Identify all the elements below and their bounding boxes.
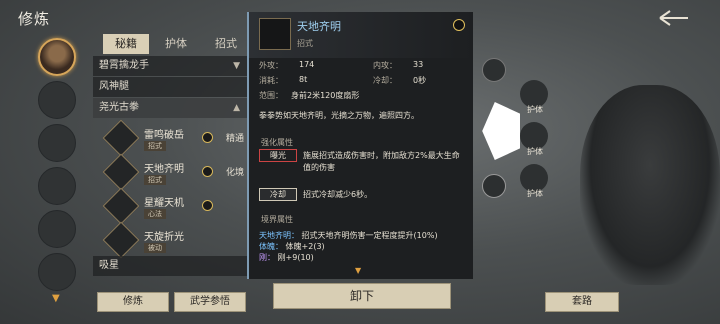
character-slot[interactable] (38, 210, 76, 248)
lock-icon[interactable] (482, 58, 506, 82)
character-slot[interactable] (38, 81, 76, 119)
section-title: 强化属性 (261, 138, 293, 147)
list-item[interactable]: 雷鸣破岳 招式 精通 (100, 119, 248, 157)
avatar[interactable] (38, 38, 76, 76)
tab-huti[interactable]: 护体 (153, 34, 199, 54)
tab-zhaoshi[interactable]: 招式 (203, 34, 249, 54)
skill-description: 拳拳势如天地齐明，光摘之万物，遍照四方。 (259, 111, 419, 120)
skill-list: 雷鸣破岳 招式 精通 天地齐明 招式 化境 星耀天机 心法 天旋折光 被动 (100, 119, 248, 259)
realm-line: 体魄： 体魄+2(3) (259, 242, 325, 251)
list-item[interactable]: 天地齐明 招式 化境 (100, 153, 248, 191)
wuxue-button[interactable]: 武学参悟 (174, 292, 246, 312)
list-item[interactable]: 天旋折光 被动 (100, 221, 248, 259)
chevron-up-icon: ▲ (233, 103, 240, 113)
coin-icon (202, 166, 213, 177)
realm-line: 天地齐明： 招式天地齐明伤害一定程度提升(10%) (259, 231, 438, 240)
detail-header: 天地齐明 招式 (249, 12, 473, 58)
category-item[interactable]: 尧光古拳 ▲ (93, 98, 248, 118)
character-slot[interactable] (38, 253, 76, 291)
keyword-badge: 曝光 (259, 149, 297, 162)
category-item[interactable]: 吸星 (93, 256, 248, 276)
skill-detail-panel: 天地齐明 招式 外攻： 174 内攻： 33 消耗： 8t 冷却： 0秒 范围：… (247, 12, 473, 279)
cultivate-button[interactable]: 修炼 (97, 292, 169, 312)
character-list (38, 38, 80, 296)
skill-name: 天地齐明 (297, 20, 341, 33)
keyword-desc: 招式冷却减少6秒。 (303, 190, 373, 199)
shield-icon (482, 102, 520, 160)
page-title: 修炼 (18, 10, 51, 28)
chevron-down-icon: ▼ (233, 61, 240, 71)
back-arrow-icon[interactable] (656, 8, 690, 28)
coin-icon (202, 200, 213, 211)
character-figure (580, 85, 720, 285)
list-item[interactable]: 星耀天机 心法 (100, 187, 248, 225)
skill-icon (102, 119, 140, 157)
keyword-desc: 施展招式造成伤害时，附加敌方2%最大生命值的伤害 (303, 151, 460, 172)
category-item[interactable]: 碧霄擒龙手 ▼ (93, 56, 248, 76)
section-title: 境界属性 (261, 215, 293, 224)
skill-icon (102, 187, 140, 225)
tab-miji[interactable]: 秘籍 (103, 34, 149, 54)
coin-icon (453, 19, 465, 31)
skill-icon (102, 221, 140, 259)
coin-icon (202, 132, 213, 143)
skill-icon (102, 153, 140, 191)
realm-line: 刚： 刚+9(10) (259, 253, 314, 262)
chevron-down-icon[interactable]: ▼ (355, 266, 361, 275)
skill-type: 招式 (297, 39, 313, 48)
unload-button[interactable]: 卸下 (273, 283, 451, 309)
keyword-badge: 冷却 (259, 188, 297, 201)
taolu-button[interactable]: 套路 (545, 292, 619, 312)
category-item[interactable]: 风神腿 (93, 77, 248, 97)
character-slot[interactable] (38, 167, 76, 205)
skill-icon (259, 18, 291, 50)
skill-tabs: 秘籍 护体 招式 (103, 34, 248, 54)
character-slot[interactable] (38, 124, 76, 162)
crosshair-icon[interactable] (482, 174, 506, 198)
category-list: 碧霄擒龙手 ▼ 风神腿 尧光古拳 ▲ (93, 56, 248, 119)
chevron-down-icon[interactable]: ▼ (52, 293, 60, 304)
